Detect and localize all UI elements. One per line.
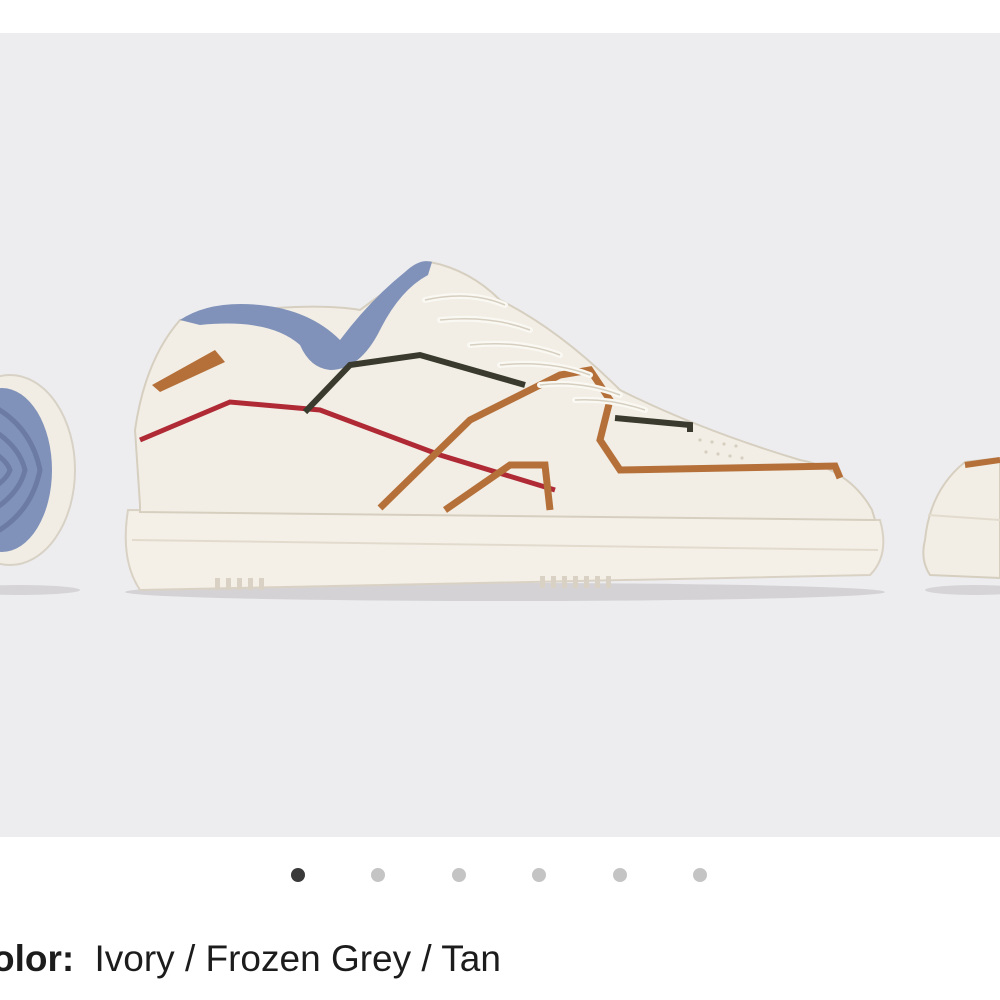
carousel-dot-2[interactable] [371, 868, 385, 882]
carousel-dot-6[interactable] [693, 868, 707, 882]
carousel-pagination [0, 867, 1000, 883]
carousel-dot-1[interactable] [291, 868, 305, 882]
carousel-dot-4[interactable] [532, 868, 546, 882]
next-slide-peek[interactable] [922, 456, 1000, 595]
prev-slide-peek[interactable] [0, 374, 80, 595]
color-label: olor: [0, 938, 75, 979]
product-image [0, 260, 1000, 601]
color-value: Ivory / Frozen Grey / Tan [94, 938, 501, 979]
main-shoe-image [124, 260, 885, 601]
top-bar [0, 0, 1000, 33]
product-image-gallery[interactable] [0, 33, 1000, 837]
carousel-dot-3[interactable] [452, 868, 466, 882]
carousel-dot-5[interactable] [613, 868, 627, 882]
product-color-line: olor: Ivory / Frozen Grey / Tan [0, 936, 501, 982]
